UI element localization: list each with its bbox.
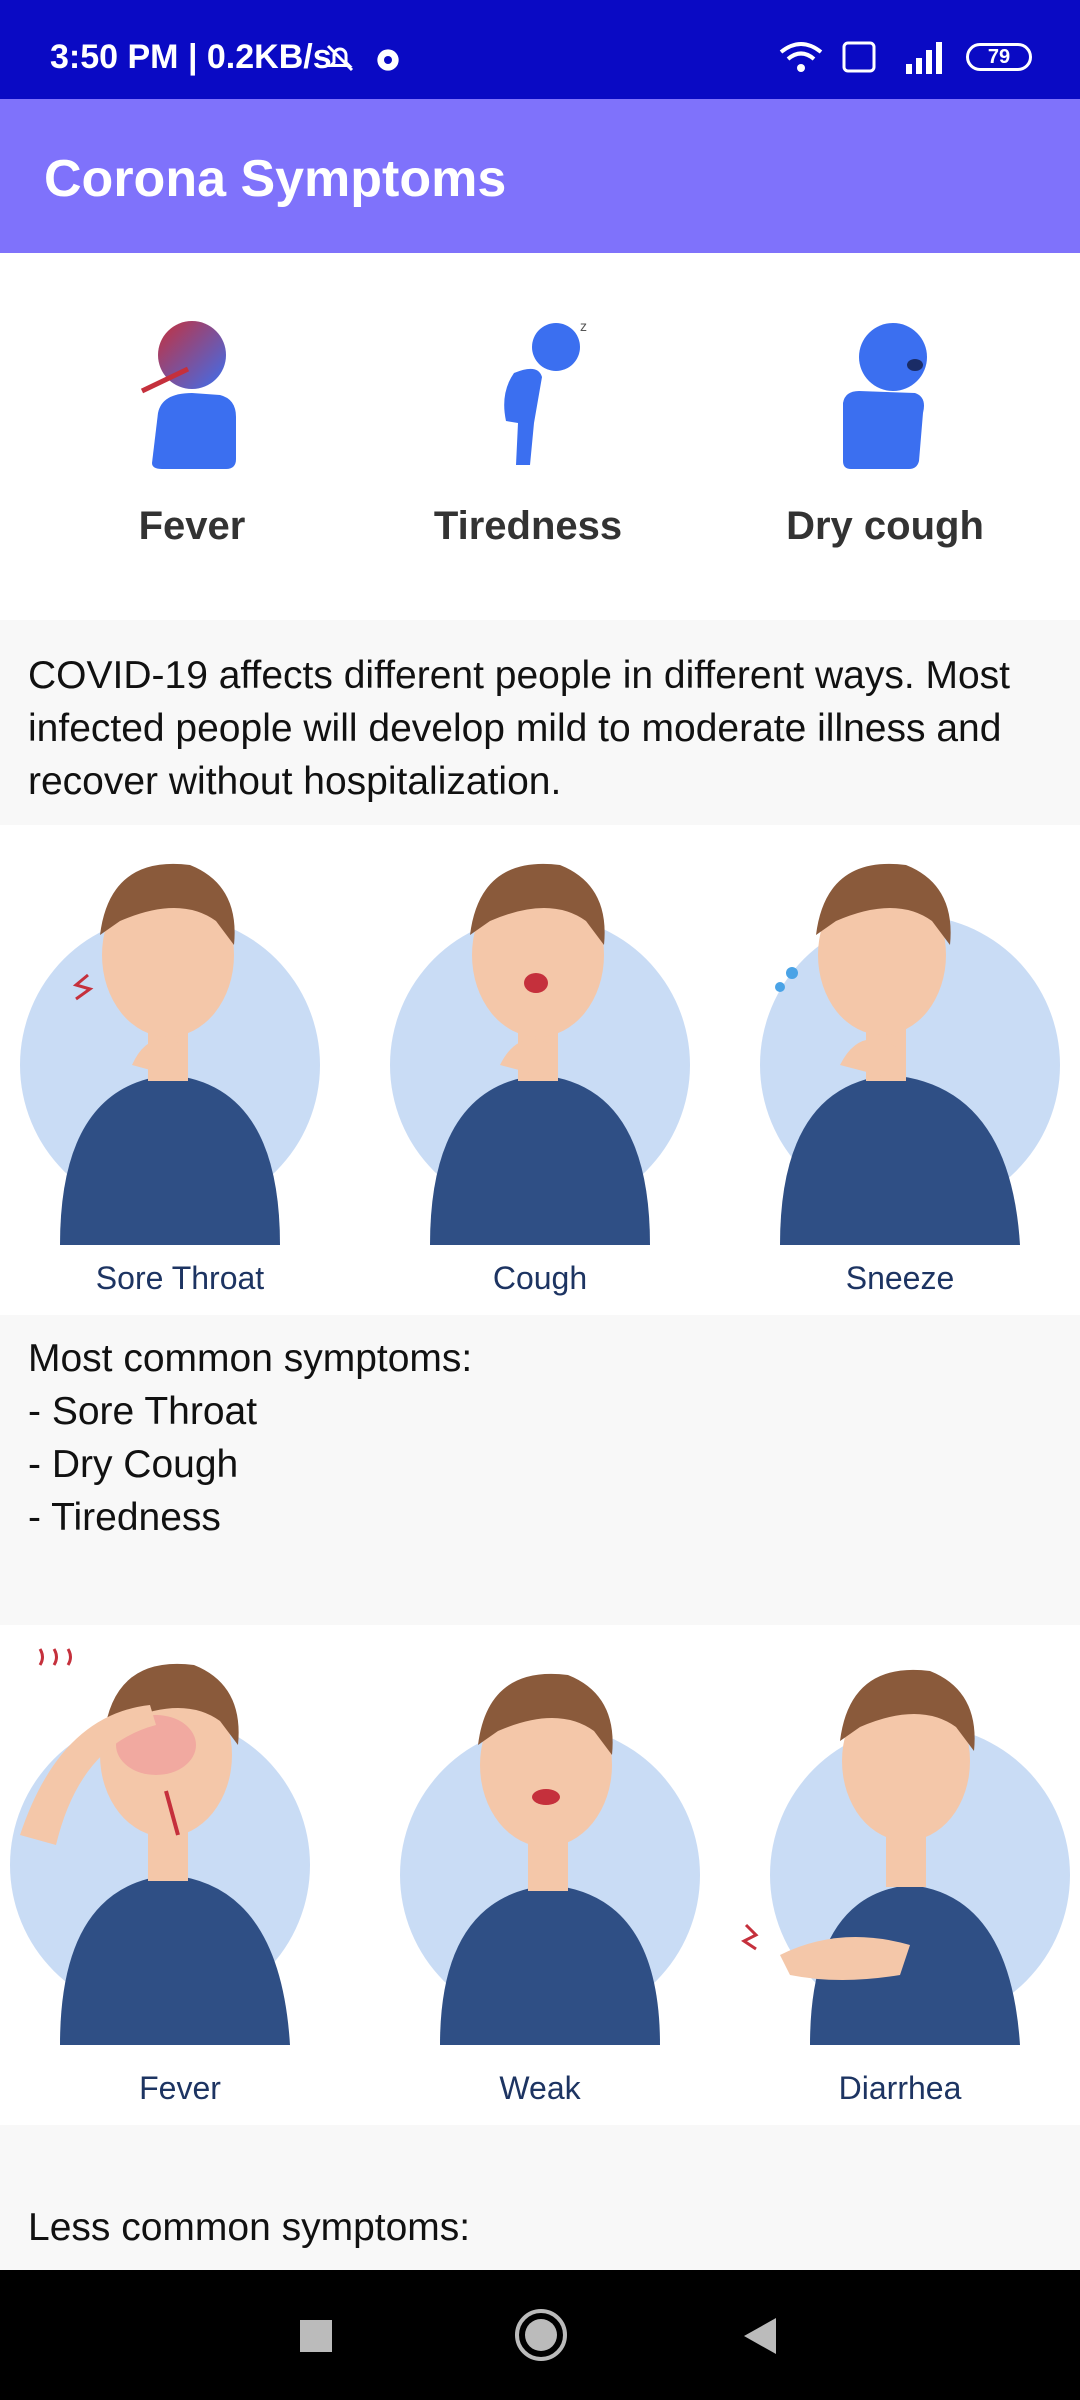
sneeze-illustration	[760, 863, 1060, 1245]
diarrhea-illustration	[741, 1669, 1070, 2045]
app-title: Corona Symptoms	[44, 150, 507, 208]
symptom-illustrations-row-2: Fever Weak Diarrhea	[0, 1625, 1080, 2125]
cough-illustration	[390, 863, 690, 1245]
illustration-weak: Weak	[360, 1625, 720, 2125]
illustration-label: Cough	[492, 1260, 588, 1296]
svg-text:z: z	[580, 318, 587, 334]
bell-off-icon	[326, 44, 354, 72]
status-time: 3:50 PM | 0.2KB/s	[50, 38, 332, 76]
navigation-bar	[0, 2270, 1080, 2400]
top-symptom-fever: Fever	[42, 313, 342, 549]
scroll-content[interactable]: Fever z Tiredness Dry cough COVID-19 aff…	[0, 253, 1080, 2270]
fever-figure-icon	[140, 321, 236, 469]
top-symptom-label: Dry cough	[786, 504, 984, 548]
wifi-icon	[779, 42, 823, 72]
volte-icon	[842, 41, 876, 73]
settings-gear-icon	[377, 49, 399, 71]
top-symptom-label: Tiredness	[433, 504, 623, 548]
status-bar: 3:50 PM | 0.2KB/s 79	[0, 0, 1080, 99]
top-symptom-dry-cough: Dry cough	[735, 313, 1035, 549]
illustration-cough: Cough	[360, 825, 720, 1315]
top-symptoms-card: Fever z Tiredness Dry cough	[0, 253, 1080, 620]
illustration-label: Weak	[499, 2070, 581, 2106]
sore-throat-illustration	[20, 863, 320, 1245]
illustration-sore-throat: Sore Throat	[0, 825, 360, 1315]
top-symptom-tiredness: z Tiredness	[378, 313, 678, 549]
illustration-sneeze: Sneeze	[720, 825, 1080, 1315]
status-icons: 79	[778, 40, 1032, 74]
common-symptoms-text: Most common symptoms: - Sore Throat - Dr…	[28, 1337, 473, 1539]
weak-illustration	[400, 1673, 700, 2045]
battery-indicator: 79	[966, 43, 1032, 71]
less-common-symptoms-text: Less common symptoms:	[28, 2206, 471, 2249]
back-triangle-icon[interactable]	[742, 2316, 778, 2356]
app-bar: Corona Symptoms	[0, 99, 1080, 253]
tiredness-figure-icon: z	[504, 318, 587, 465]
illustration-fever: Fever	[0, 1625, 360, 2125]
illustration-diarrhea: Diarrhea	[720, 1625, 1080, 2125]
recents-square-icon[interactable]	[298, 2318, 334, 2354]
symptom-illustrations-row-1: Sore Throat Cough Sneeze	[0, 825, 1080, 1315]
home-circle-icon[interactable]	[514, 2308, 568, 2362]
fever-illustration	[10, 1648, 310, 2045]
signal-icon	[906, 42, 942, 74]
dry-cough-figure-icon	[843, 323, 927, 469]
top-symptom-label: Fever	[138, 504, 246, 548]
illustration-label: Diarrhea	[838, 2070, 962, 2106]
illustration-label: Fever	[139, 2070, 221, 2106]
intro-paragraph: COVID-19 affects different people in dif…	[28, 654, 1011, 803]
illustration-label: Sore Throat	[95, 1260, 265, 1296]
illustration-label: Sneeze	[845, 1260, 955, 1296]
